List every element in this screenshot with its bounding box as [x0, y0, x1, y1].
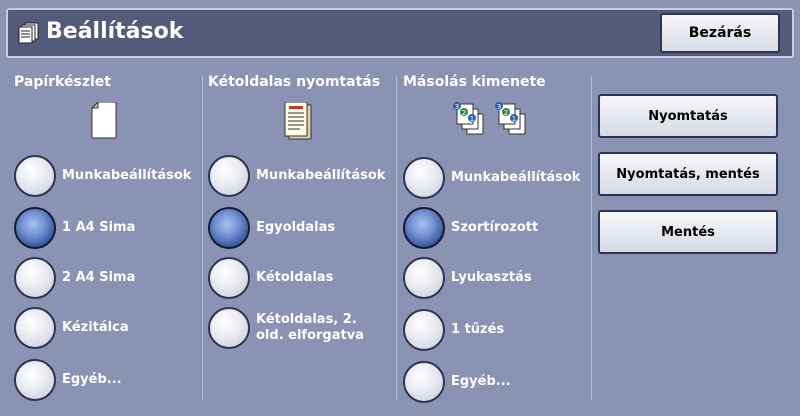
option-label: 2 A4 Sima: [62, 270, 136, 285]
column-divider: [591, 76, 592, 400]
radio-button[interactable]: [403, 157, 445, 199]
option-label: Egyéb...: [62, 372, 122, 387]
settings-sheet-icon: [18, 22, 39, 44]
copy-output-column: Másolás kimenete 3 2 1 3 2 1 Munkabeállí…: [403, 66, 589, 403]
blank-page-icon: [90, 102, 117, 139]
radio-button[interactable]: [14, 359, 56, 401]
option-2-a4-plain[interactable]: 2 A4 Sima: [14, 256, 135, 300]
column-divider: [396, 76, 397, 400]
option-label: Munkabeállítások: [62, 168, 192, 183]
duplex-column: Kétoldalas nyomtatás Munkabeállítások Eg…: [208, 66, 392, 400]
printed-page-icon: [284, 102, 312, 140]
column-divider: [202, 76, 203, 400]
svg-text:2: 2: [504, 109, 508, 117]
radio-button[interactable]: [403, 257, 445, 299]
copy-output-header: Másolás kimenete: [403, 74, 546, 90]
option-other[interactable]: Egyéb...: [403, 360, 511, 404]
settings-screen: Beállítások Bezárás Papírkészlet Munkabe…: [0, 0, 800, 416]
option-label: Egyéb...: [451, 374, 511, 389]
option-1-a4-plain[interactable]: 1 A4 Sima: [14, 206, 135, 250]
radio-button[interactable]: [208, 155, 250, 197]
option-punch[interactable]: Lyukasztás: [403, 256, 532, 300]
option-job-settings[interactable]: Munkabeállítások: [14, 154, 191, 198]
option-label: Egyoldalas: [256, 220, 336, 235]
collated-copies-icon: 3 2 1 3 2 1: [453, 102, 526, 135]
radio-button-selected[interactable]: [208, 207, 250, 249]
radio-button[interactable]: [208, 307, 250, 349]
duplex-header: Kétoldalas nyomtatás: [208, 74, 381, 90]
option-job-settings[interactable]: Munkabeállítások: [208, 154, 385, 198]
close-button[interactable]: Bezárás: [660, 13, 780, 53]
option-bypass-tray[interactable]: Kézitálca: [14, 306, 129, 350]
option-label: 1 A4 Sima: [62, 220, 136, 235]
radio-button[interactable]: [14, 307, 56, 349]
option-collated[interactable]: Szortírozott: [403, 206, 538, 250]
option-label: 1 tűzés: [451, 322, 505, 337]
radio-button-selected[interactable]: [403, 207, 445, 249]
option-label: Kézitálca: [62, 320, 129, 335]
title-bar: Beállítások Bezárás: [6, 8, 794, 58]
print-button[interactable]: Nyomtatás: [598, 94, 778, 138]
option-two-sided-rotated[interactable]: Kétoldalas, 2. old. elforgatva: [208, 306, 388, 350]
svg-text:1: 1: [512, 115, 516, 123]
svg-text:2: 2: [462, 109, 466, 117]
option-two-sided[interactable]: Kétoldalas: [208, 256, 333, 300]
option-label: Munkabeállítások: [451, 170, 581, 185]
radio-button-selected[interactable]: [14, 207, 56, 249]
option-label: Lyukasztás: [451, 270, 532, 285]
svg-text:3: 3: [497, 103, 501, 111]
option-job-settings[interactable]: Munkabeállítások: [403, 156, 580, 200]
print-save-button[interactable]: Nyomtatás, mentés: [598, 152, 778, 196]
page-title: Beállítások: [46, 19, 184, 44]
svg-text:1: 1: [470, 115, 474, 123]
option-label: Szortírozott: [451, 220, 539, 235]
radio-button[interactable]: [403, 361, 445, 403]
option-label: Kétoldalas, 2. old. elforgatva: [256, 312, 364, 343]
option-one-sided[interactable]: Egyoldalas: [208, 206, 335, 250]
paper-supply-column: Papírkészlet Munkabeállítások 1 A4 Sima …: [14, 66, 196, 402]
paper-supply-header: Papírkészlet: [14, 74, 111, 90]
radio-button[interactable]: [208, 257, 250, 299]
option-other[interactable]: Egyéb...: [14, 358, 122, 402]
radio-button[interactable]: [403, 309, 445, 351]
option-label: Kétoldalas: [256, 270, 334, 285]
svg-text:3: 3: [455, 103, 459, 111]
save-button[interactable]: Mentés: [598, 210, 778, 254]
radio-button[interactable]: [14, 257, 56, 299]
option-label: Munkabeállítások: [256, 168, 386, 183]
option-1-staple[interactable]: 1 tűzés: [403, 308, 504, 352]
radio-button[interactable]: [14, 155, 56, 197]
